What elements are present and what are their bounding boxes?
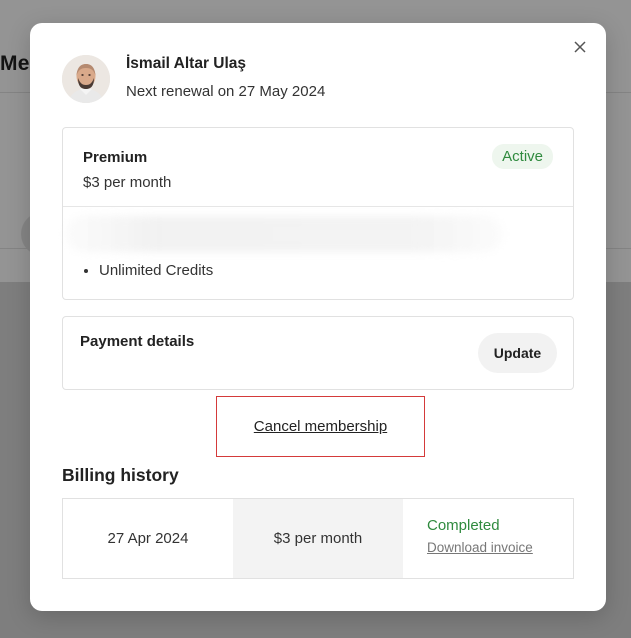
plan-card: Premium $3 per month Active Unlimited Cr… bbox=[62, 127, 574, 300]
avatar bbox=[62, 55, 110, 103]
billing-row: 27 Apr 2024 $3 per month Completed Downl… bbox=[62, 498, 574, 579]
update-button[interactable]: Update bbox=[478, 333, 557, 373]
billing-status: Completed bbox=[427, 517, 500, 534]
payment-card: Payment details Update bbox=[62, 316, 574, 390]
billing-history-title: Billing history bbox=[62, 465, 179, 485]
payment-title: Payment details bbox=[80, 333, 195, 350]
cancel-membership-link[interactable]: Cancel membership bbox=[254, 418, 387, 435]
avatar-portrait bbox=[62, 55, 110, 103]
plan-price: $3 per month bbox=[83, 174, 172, 191]
cancel-highlight-box: Cancel membership bbox=[216, 396, 425, 457]
plan-name: Premium bbox=[83, 149, 148, 166]
status-badge: Active bbox=[492, 144, 553, 169]
user-name: İsmail Altar Ulaş bbox=[126, 55, 247, 72]
billing-status-cell: Completed Download invoice bbox=[403, 499, 573, 578]
close-button[interactable] bbox=[570, 37, 590, 57]
plan-divider bbox=[63, 206, 573, 207]
close-icon bbox=[574, 41, 586, 53]
billing-date: 27 Apr 2024 bbox=[107, 530, 189, 547]
renewal-date: Next renewal on 27 May 2024 bbox=[126, 83, 326, 100]
feature-list: Unlimited Credits bbox=[99, 262, 213, 279]
download-invoice-link[interactable]: Download invoice bbox=[427, 540, 533, 555]
blurred-content bbox=[65, 216, 503, 252]
billing-amount: $3 per month bbox=[233, 499, 403, 578]
feature-item: Unlimited Credits bbox=[99, 262, 213, 279]
membership-modal: İsmail Altar Ulaş Next renewal on 27 May… bbox=[30, 23, 606, 611]
